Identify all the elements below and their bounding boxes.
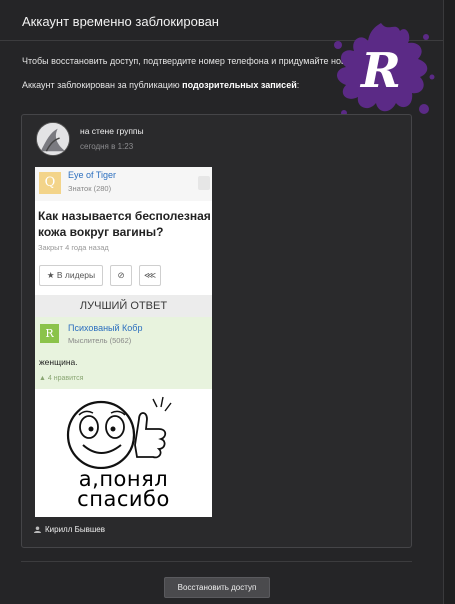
- best-answer-header: ЛУЧШИЙ ОТВЕТ: [35, 295, 212, 317]
- share-icon: ⋘: [139, 265, 161, 286]
- meme-caption-line1: а,понял: [78, 467, 169, 491]
- meme-caption-line2: спасибо: [77, 487, 170, 511]
- block-reason-prefix: Аккаунт заблокирован за публикацию: [22, 80, 183, 90]
- post-source[interactable]: на стене группы: [80, 126, 144, 136]
- question-text: Как называется бесполезная кожа вокруг в…: [38, 209, 211, 239]
- post-date[interactable]: сегодня в 1:23: [80, 142, 133, 151]
- best-answer: R Психованый Кобр Мыслитель (5062) женщи…: [35, 317, 212, 389]
- footer-divider: [21, 561, 412, 562]
- meme-face-icon: [66, 396, 172, 470]
- thumbs-up-icon: ▲: [39, 375, 48, 382]
- pencil-icon: [198, 176, 210, 190]
- question-closed: Закрыт 4 года назад: [38, 243, 109, 252]
- block-icon: ⊘: [110, 265, 132, 286]
- restore-access-button[interactable]: Восстановить доступ: [164, 577, 270, 598]
- page-title: Аккаунт временно заблокирован: [22, 14, 219, 29]
- post-card: на стене группы сегодня в 1:23 Q Eye of …: [21, 114, 412, 548]
- answer-text: женщина.: [39, 357, 78, 367]
- answerer-name: Психованый Кобр: [68, 323, 143, 333]
- post-image[interactable]: Q Eye of Tiger Знаток (280) Как называет…: [35, 167, 212, 517]
- block-reason: Аккаунт заблокирован за публикацию подоз…: [22, 80, 299, 90]
- answerer-rank: Мыслитель (5062): [68, 336, 132, 345]
- asker-avatar: Q: [39, 172, 61, 194]
- blocked-account-page: Аккаунт временно заблокирован Чтобы восс…: [0, 0, 455, 604]
- asker-name: Eye of Tiger: [68, 170, 117, 180]
- author-name[interactable]: Кирилл Бывшев: [45, 525, 105, 534]
- user-icon: [34, 526, 41, 533]
- splash-logo-icon: R: [334, 23, 435, 116]
- likes-count: 4 нравится: [47, 375, 84, 382]
- answer-likes: ▲ 4 нравится: [39, 375, 83, 382]
- meme-panel: а,понял спасибо: [35, 389, 212, 517]
- scrollbar[interactable]: [443, 0, 455, 604]
- group-avatar[interactable]: [36, 122, 70, 156]
- meme-caption: а,понял спасибо: [35, 467, 212, 511]
- answerer-avatar: R: [40, 324, 59, 343]
- question-header: Q Eye of Tiger Знаток (280): [35, 167, 212, 201]
- asker-rank: Знаток (280): [68, 184, 112, 193]
- block-reason-suffix: :: [296, 80, 300, 90]
- post-author[interactable]: Кирилл Бывшев: [34, 525, 105, 534]
- logo-letter: R: [359, 43, 401, 99]
- block-reason-bold: подозрительных записей: [182, 80, 297, 90]
- leaders-button: ★ В лидеры: [39, 265, 103, 286]
